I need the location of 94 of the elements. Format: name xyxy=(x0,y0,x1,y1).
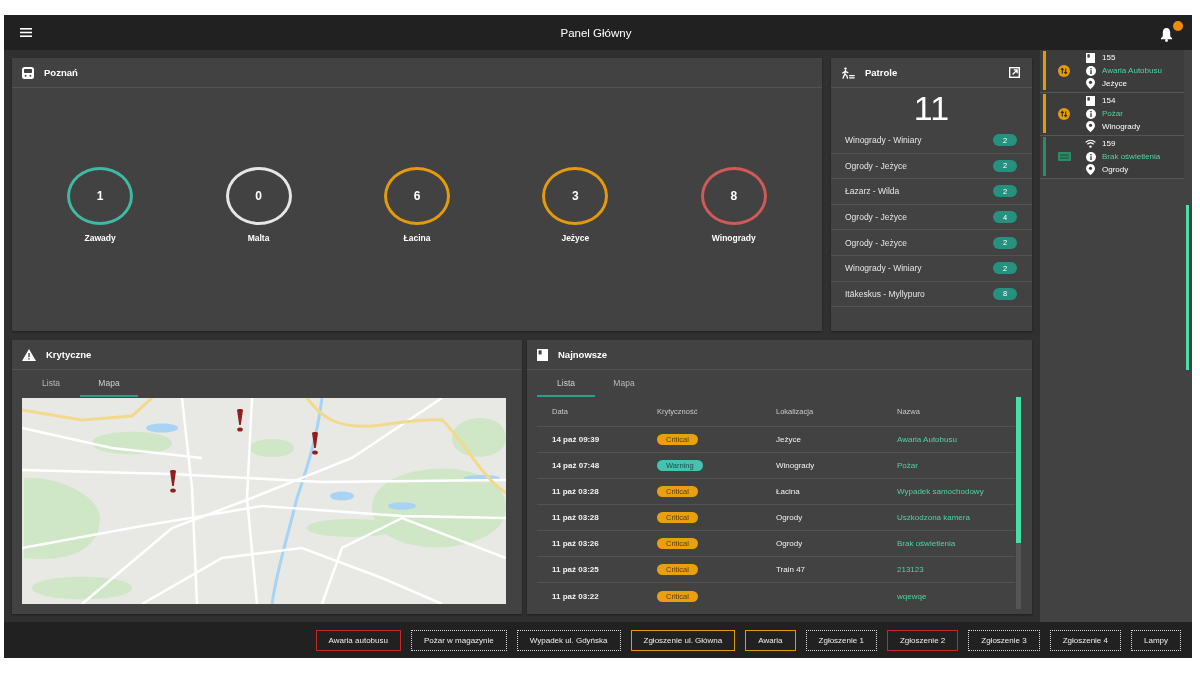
incident-title-link[interactable]: Awaria Autobusu xyxy=(1102,66,1162,75)
table-cell-text: 11 paź 03:28 xyxy=(552,487,600,496)
district-label: Jeżyce xyxy=(561,232,590,243)
warning-icon xyxy=(22,348,36,361)
tab[interactable]: Lista xyxy=(22,370,80,397)
incident-name-link[interactable]: Uszkodzona kamera xyxy=(897,513,970,522)
monitor-icon xyxy=(1057,152,1071,161)
table-cell: Ogrody xyxy=(776,539,803,548)
quick-filter-button[interactable]: Pożar w magazynie xyxy=(410,629,507,651)
document-icon xyxy=(537,348,548,361)
location-pin-icon xyxy=(1086,121,1095,132)
incident-name-link[interactable]: Wypadek samochodowy xyxy=(897,487,984,496)
district-label: Zawady xyxy=(84,232,116,243)
table-cell-text: 14 paź 07:48 xyxy=(552,461,601,470)
incident-card[interactable]: 159 Brak oświetlenia Ogrody xyxy=(1040,136,1184,179)
incident-name-link[interactable]: Brak oświetlenia xyxy=(897,539,956,548)
district-count[interactable]: 0 xyxy=(225,166,292,225)
alert-marker-icon[interactable] xyxy=(169,469,178,494)
district-count[interactable]: 8 xyxy=(700,166,767,225)
incident-card[interactable]: 154 Pożar Winogrady xyxy=(1040,93,1184,136)
panel-title: Patrole xyxy=(865,67,898,78)
table-cell: Train 47 xyxy=(776,565,806,574)
table-cell-text: 11 paź 03:26 xyxy=(552,539,600,548)
quick-filter-button[interactable]: Awaria autobusu xyxy=(315,629,401,651)
patrol-route[interactable]: Ogrody - Jeżyce xyxy=(845,212,907,223)
table-cell: Ogrody xyxy=(776,513,803,522)
arrows-circle-icon xyxy=(1058,64,1070,77)
tab[interactable]: Mapa xyxy=(595,370,653,397)
quick-filter-button[interactable]: Awaria xyxy=(745,629,796,651)
quick-filter-button[interactable]: Zgłoszenie ul. Główna xyxy=(630,629,736,651)
tab[interactable]: Lista xyxy=(537,370,595,397)
info-icon xyxy=(1085,108,1096,119)
district-count[interactable]: 1 xyxy=(67,166,134,225)
quick-filter-button[interactable]: Zgłoszenie 1 xyxy=(805,629,877,651)
district-label: Łacina xyxy=(403,232,431,243)
quick-filter-button[interactable]: Wypadek ul. Gdyńska xyxy=(516,629,621,651)
open-external-icon[interactable] xyxy=(1009,67,1020,78)
incident-location: Winogrady xyxy=(1102,122,1141,131)
incident-name-link[interactable]: wqewqe xyxy=(897,591,927,601)
quick-filter-button[interactable]: Zgłoszenie 4 xyxy=(1049,629,1121,651)
quick-filter-button[interactable]: Zgłoszenie 2 xyxy=(886,629,959,651)
quick-filter-button[interactable]: Lampy xyxy=(1131,629,1181,651)
table-cell: Łacina xyxy=(776,487,800,496)
patrol-route[interactable]: Winogrady - Winiary xyxy=(845,263,922,274)
scrollbar-thumb[interactable] xyxy=(1186,205,1189,370)
district-count[interactable]: 3 xyxy=(542,166,609,225)
location-pin-icon xyxy=(1086,164,1095,175)
incident-location: Jeżyce xyxy=(1102,79,1127,88)
table-cell: Winogrady xyxy=(776,461,815,470)
table-cell-text: 11 paź 03:25 xyxy=(552,565,600,574)
incident-number: 154 xyxy=(1102,96,1116,105)
patrol-total: 11 xyxy=(912,88,951,128)
scrollbar-thumb[interactable] xyxy=(1016,397,1021,543)
incident-number: 155 xyxy=(1102,53,1116,62)
incident-name-link[interactable]: Pożar xyxy=(897,461,918,470)
menu-icon[interactable] xyxy=(20,28,32,37)
notification-badge-icon xyxy=(1173,20,1183,31)
incident-title-link[interactable]: Pożar xyxy=(1102,109,1123,118)
alert-marker-icon[interactable] xyxy=(235,408,244,433)
panel-title: Krytyczne xyxy=(46,349,92,360)
info-icon xyxy=(1085,151,1096,162)
district-label: Winogrady xyxy=(711,232,756,243)
table-cell-text: 11 paź 03:28 xyxy=(552,513,600,522)
district-count[interactable]: 6 xyxy=(383,166,450,225)
scrollbar[interactable] xyxy=(1016,397,1021,609)
app-title: Panel Główny xyxy=(559,26,633,39)
bus-icon xyxy=(22,66,34,79)
quick-filter-button[interactable]: Zgłoszenie 3 xyxy=(968,629,1040,651)
arrows-circle-icon xyxy=(1058,107,1070,120)
walking-person-icon xyxy=(841,66,855,79)
document-icon xyxy=(1086,52,1095,63)
panel-title: Poznań xyxy=(44,67,78,78)
incident-title-link[interactable]: Brak oświetlenia xyxy=(1102,152,1161,161)
patrol-route[interactable]: Itäkeskus - Myllypuro xyxy=(845,288,925,299)
district-label: Malta xyxy=(247,232,270,243)
panel-title: Najnowsze xyxy=(558,349,608,360)
incident-location: Ogrody xyxy=(1102,165,1129,174)
patrol-route[interactable]: Łazarz - Wilda xyxy=(845,186,900,197)
incident-name-link[interactable]: Awaria Autobusu xyxy=(897,435,957,444)
incident-card[interactable]: 155 Awaria Autobusu Jeżyce xyxy=(1040,50,1184,93)
document-icon xyxy=(1086,95,1095,106)
info-icon xyxy=(1085,65,1096,76)
patrol-route[interactable]: Winogrady - Winiary xyxy=(845,135,922,146)
table-cell: Jeżyce xyxy=(776,435,801,444)
incident-name-link[interactable]: 213123 xyxy=(897,565,924,574)
table-cell-text: 14 paź 09:39 xyxy=(552,435,601,444)
alert-marker-icon[interactable] xyxy=(310,430,319,455)
wifi-icon xyxy=(1085,139,1096,148)
location-pin-icon xyxy=(1086,78,1095,89)
table-cell-text: 11 paź 03:22 xyxy=(552,591,600,601)
patrol-route[interactable]: Ogrody - Jeżyce xyxy=(845,160,907,171)
patrol-route[interactable]: Ogrody - Jeżyce xyxy=(845,237,907,248)
notification-bell-icon[interactable] xyxy=(1160,26,1173,42)
incident-number: 159 xyxy=(1102,139,1116,148)
